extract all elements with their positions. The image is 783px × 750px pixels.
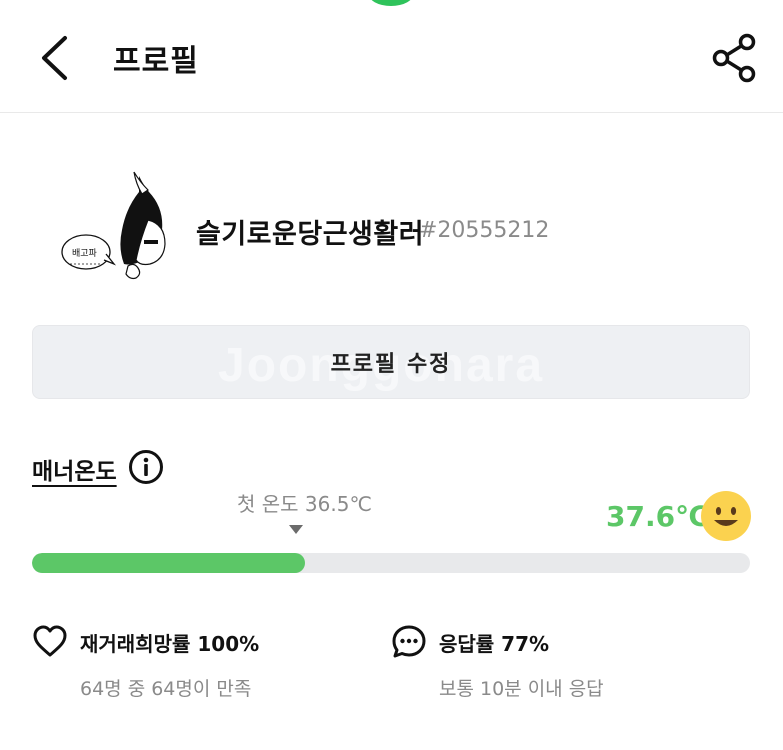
response-rate-label: 응답률 77% (439, 632, 550, 656)
page-title: 프로필 (113, 44, 199, 79)
chat-bubble-icon (392, 625, 426, 658)
share-icon (712, 33, 756, 83)
repurchase-rate-detail: 64명 중 64명이 만족 (80, 678, 252, 700)
info-button[interactable] (128, 449, 164, 485)
nickname: 슬기로운당근생활러 (196, 219, 425, 250)
response-rate-detail: 보통 10분 이내 응답 (439, 678, 604, 700)
heart-icon (33, 625, 67, 657)
back-button[interactable] (30, 30, 78, 86)
repurchase-rate-label: 재거래희망률 100% (80, 632, 260, 656)
avatar-illustration: 배고파 (44, 168, 169, 293)
chevron-left-icon (42, 36, 67, 80)
temperature-progress-bar (32, 553, 750, 573)
smiley-face-icon (700, 490, 752, 542)
edit-profile-button[interactable]: Joonggonara 프로필 수정 (32, 325, 750, 399)
temperature-progress-fill (32, 553, 305, 573)
info-icon (129, 450, 163, 484)
avatar-caption: 배고파 (72, 248, 98, 259)
app-header: 프로필 (0, 0, 783, 113)
user-id: #20555212 (419, 218, 550, 243)
first-temperature-label: 첫 온도 36.5℃ (237, 492, 372, 516)
response-stat: 응답률 77% 보통 10분 이내 응답 (391, 622, 751, 702)
manner-temperature-title[interactable]: 매너온도 (32, 452, 117, 486)
repurchase-stat: 재거래희망률 100% 64명 중 64명이 만족 (32, 622, 362, 702)
temperature-value: 37.6℃ (606, 500, 709, 533)
share-button[interactable] (708, 32, 760, 84)
first-temperature-marker (289, 525, 303, 534)
avatar[interactable]: 배고파 (44, 168, 169, 293)
edit-profile-label: 프로필 수정 (330, 352, 452, 377)
